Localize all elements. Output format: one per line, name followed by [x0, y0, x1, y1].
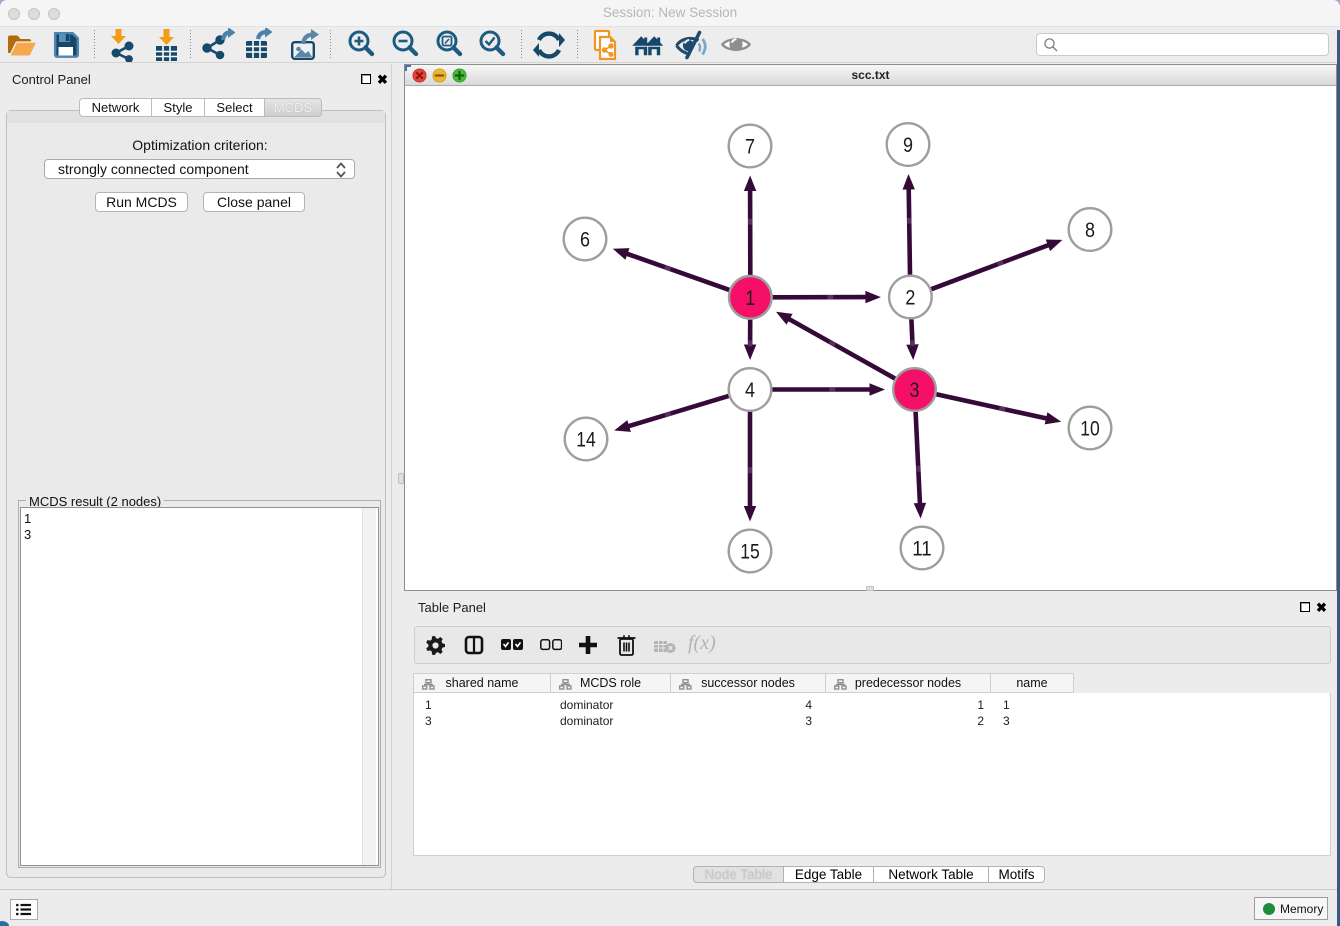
svg-text:6: 6 — [580, 229, 590, 252]
svg-text:10: 10 — [1080, 418, 1100, 441]
svg-text:8: 8 — [1085, 219, 1095, 242]
svg-text:3: 3 — [910, 379, 920, 402]
svg-text:7: 7 — [745, 136, 755, 159]
svg-text:1: 1 — [745, 287, 755, 310]
svg-text:4: 4 — [745, 379, 755, 402]
svg-text:14: 14 — [576, 429, 596, 452]
svg-text:9: 9 — [903, 134, 913, 157]
svg-text:15: 15 — [740, 541, 760, 564]
svg-text:2: 2 — [905, 287, 915, 310]
svg-text:11: 11 — [912, 538, 932, 561]
